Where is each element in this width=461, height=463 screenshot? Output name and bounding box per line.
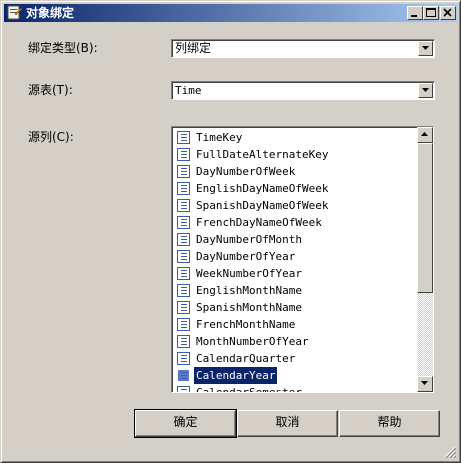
- column-list-item[interactable]: CalendarQuarter: [175, 350, 417, 367]
- column-item-label: SpanishDayNameOfWeek: [196, 199, 329, 212]
- chevron-down-icon: [421, 381, 428, 385]
- maximize-icon: [426, 8, 436, 17]
- column-item-label: CalendarSemester: [196, 386, 302, 393]
- column-list-item[interactable]: SpanishMonthName: [175, 299, 417, 316]
- column-list-item[interactable]: DayNumberOfMonth: [175, 231, 417, 248]
- column-icon: [177, 352, 190, 365]
- column-icon: [177, 335, 190, 348]
- column-icon: [177, 182, 190, 195]
- column-list-item[interactable]: DayNumberOfWeek: [175, 163, 417, 180]
- column-item-label: SpanishMonthName: [196, 301, 302, 314]
- minimize-icon: [411, 15, 417, 17]
- minimize-button[interactable]: [407, 6, 423, 20]
- column-item-label: FrenchMonthName: [196, 318, 296, 331]
- column-item-label: CalendarYear: [194, 367, 278, 384]
- column-list-item[interactable]: WeekNumberOfYear: [175, 265, 417, 282]
- help-button[interactable]: 帮助: [339, 410, 440, 437]
- source-table-value: Time: [175, 84, 202, 97]
- source-table-dropdown-button[interactable]: [418, 83, 433, 98]
- column-item-label: TimeKey: [196, 131, 243, 144]
- source-column-list[interactable]: TimeKey FullDateAlternateKey DayNumberOfWe…: [171, 126, 434, 393]
- column-item-label: DayNumberOfMonth: [196, 233, 302, 246]
- ok-button[interactable]: 确定: [134, 409, 237, 438]
- column-icon: [177, 216, 190, 229]
- column-item-label: FullDateAlternateKey: [196, 148, 329, 161]
- column-items: TimeKey FullDateAlternateKey DayNumberOfWe…: [175, 129, 417, 393]
- resize-grip-icon[interactable]: [444, 446, 456, 458]
- source-table-select[interactable]: Time: [171, 81, 435, 100]
- binding-type-value: 列绑定: [175, 41, 212, 55]
- column-list-item[interactable]: SpanishDayNameOfWeek: [175, 197, 417, 214]
- dialog-window: 对象绑定 绑定类型(B): 列绑定 源表(T): Time 源列(C): Tim…: [0, 0, 461, 463]
- column-item-label: FrenchDayNameOfWeek: [196, 216, 322, 229]
- column-list-item[interactable]: TimeKey: [175, 129, 417, 146]
- column-list-item[interactable]: EnglishMonthName: [175, 282, 417, 299]
- column-icon: [177, 386, 190, 392]
- column-item-label: EnglishMonthName: [196, 284, 302, 297]
- column-icon: [177, 131, 190, 144]
- column-list-item[interactable]: CalendarYear: [175, 367, 417, 384]
- column-icon: [177, 165, 190, 178]
- chevron-down-icon: [422, 88, 429, 92]
- column-icon: [177, 250, 190, 263]
- source-column-label: 源列(C):: [28, 130, 74, 144]
- cancel-button[interactable]: 取消: [237, 410, 338, 437]
- column-list-item[interactable]: FrenchMonthName: [175, 316, 417, 333]
- column-item-label: MonthNumberOfYear: [196, 335, 309, 348]
- column-icon: [177, 148, 190, 161]
- column-icon: [177, 318, 190, 331]
- source-table-label: 源表(T):: [28, 83, 73, 97]
- binding-type-label: 绑定类型(B):: [28, 41, 98, 55]
- column-list-item[interactable]: FrenchDayNameOfWeek: [175, 214, 417, 231]
- close-button[interactable]: [440, 6, 456, 20]
- window-title: 对象绑定: [26, 6, 75, 20]
- vertical-scrollbar[interactable]: [417, 127, 433, 392]
- column-icon: [177, 301, 190, 314]
- column-icon: [177, 199, 190, 212]
- chevron-down-icon: [422, 46, 429, 50]
- app-window-icon: [7, 5, 23, 20]
- column-item-label: WeekNumberOfYear: [196, 267, 302, 280]
- title-bar[interactable]: 对象绑定: [4, 4, 457, 22]
- maximize-button[interactable]: [423, 6, 439, 20]
- scroll-thumb[interactable]: [417, 143, 433, 293]
- scroll-down-button[interactable]: [417, 376, 433, 392]
- column-list-item[interactable]: EnglishDayNameOfWeek: [175, 180, 417, 197]
- column-icon: [177, 267, 190, 280]
- chevron-up-icon: [421, 132, 428, 136]
- binding-type-dropdown-button[interactable]: [418, 41, 433, 56]
- column-icon: [177, 233, 190, 246]
- column-item-label: DayNumberOfYear: [196, 250, 296, 263]
- column-item-label: EnglishDayNameOfWeek: [196, 182, 329, 195]
- column-list-item[interactable]: DayNumberOfYear: [175, 248, 417, 265]
- column-icon: [177, 369, 190, 382]
- column-item-label: DayNumberOfWeek: [196, 165, 296, 178]
- close-icon: [443, 8, 452, 17]
- column-list-item[interactable]: MonthNumberOfYear: [175, 333, 417, 350]
- scroll-up-button[interactable]: [417, 127, 433, 143]
- binding-type-select[interactable]: 列绑定: [171, 39, 435, 58]
- column-list-item[interactable]: CalendarSemester: [175, 384, 417, 393]
- column-list-item[interactable]: FullDateAlternateKey: [175, 146, 417, 163]
- column-item-label: CalendarQuarter: [196, 352, 296, 365]
- column-icon: [177, 284, 190, 297]
